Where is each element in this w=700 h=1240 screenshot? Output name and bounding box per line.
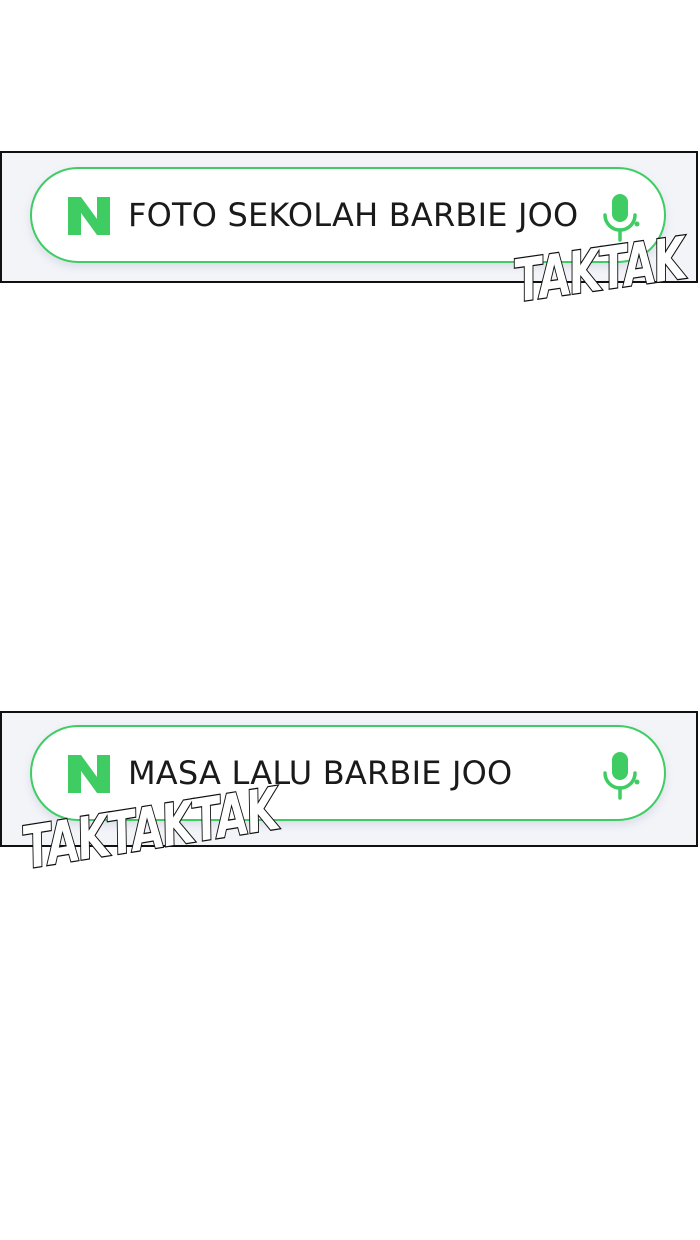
microphone-icon[interactable] [600,749,640,801]
naver-logo-icon [68,197,110,235]
naver-logo-icon [68,755,110,793]
